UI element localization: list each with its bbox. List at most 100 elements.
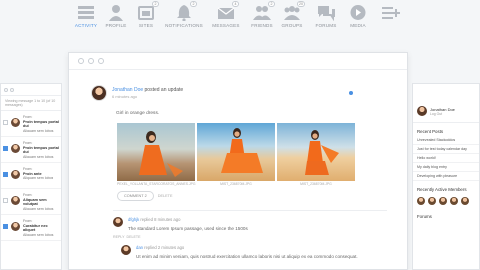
author-avatar[interactable] [91,85,107,101]
comment-meta: dan replied 2 minutes ago [136,245,358,250]
post-author-line: Jonathan Doe posted an update [112,87,183,93]
comment-meta: dfghjk replied 8 minutes ago [128,217,248,222]
message-subject[interactable]: Curabitur nec aliquet [23,224,59,233]
logout-link[interactable]: Log Out [430,112,455,116]
delete-comment-link[interactable]: DELETE [127,235,141,239]
active-members [413,194,479,208]
comment-action: replied [144,245,157,250]
recent-post-link[interactable]: Developing with pleasure [413,172,479,181]
list-item[interactable]: From: Proin tempus portal dui Aliquam se… [1,137,61,163]
message-from: From: [23,219,33,223]
nav-label: MESSAGES [212,23,240,28]
list-item[interactable]: From: Proin tempus portal dui Aliquam se… [1,111,61,137]
recent-post-link[interactable]: Hello world! [413,154,479,163]
avatar[interactable] [439,197,447,205]
avatar[interactable] [428,197,436,205]
nav-label: MEDIA [350,23,366,28]
list-item[interactable]: From: Curabitur nec aliquet Aliquam sem … [1,215,61,241]
friends-icon: 2 [252,1,275,21]
message-body: Aliquam sem lobos [23,128,54,132]
avatar [11,118,20,127]
woman-photo-icon [221,128,263,173]
reply-link[interactable]: REPLY [113,235,125,239]
comment-button[interactable]: COMMENT 2 [117,191,154,201]
message-checkbox[interactable] [3,172,8,177]
avatar[interactable] [450,197,458,205]
message-subject[interactable]: Aliquam sem volutpat [23,198,59,207]
message-from: From: [23,115,33,119]
forums-title: Forums [417,214,432,219]
comment-author-link[interactable]: dfghjk [128,217,139,222]
screen: ACTIVITY PROFILE 2 SITES 2 NOTIFICATIONS 4 MESS… [0,0,480,270]
message-preview: From: Proin tempus portal dui Aliquam se… [23,115,59,132]
nav-label: PROFILE [105,23,127,28]
nav-item-sites[interactable]: 2 SITES [128,1,164,28]
card-header [69,53,407,70]
delete-post-link[interactable]: DELETE [158,194,173,198]
message-checkbox[interactable] [3,120,8,125]
list-item[interactable]: From: Proin ante Aliquam sem lobos [1,163,61,189]
list-item[interactable]: From: Aliquam sem volutpat Aliquam sem l… [1,189,61,215]
profile-icon [106,3,126,21]
recent-posts-list: Unrevealed Stackoddos Just for test today… [413,136,479,181]
nav-item-groups[interactable]: 20 GROUPS [274,1,310,28]
comment: dan replied 2 minutes ago Ut enim ad min… [69,239,407,259]
message-checkbox[interactable] [3,146,8,151]
woman-photo-icon [305,130,339,175]
window-dot [88,58,94,64]
message-from: From: [23,193,33,197]
nav-item-forums[interactable]: FORUMS [308,3,344,28]
avatar [11,222,20,231]
comment-action: replied [140,217,153,222]
message-checkbox[interactable] [3,198,8,203]
nav-item-media[interactable]: MEDIA [340,3,376,28]
photo-thumbnail[interactable] [117,123,195,181]
avatar[interactable] [121,245,131,255]
message-from: From: [23,141,33,145]
window-dot [10,87,14,92]
recent-post-link[interactable]: Just for test today calendar day [413,145,479,154]
recent-post-link[interactable]: Unrevealed Stackoddos [413,136,479,145]
comment: dfghjk replied 8 minutes ago The standar… [69,211,407,231]
forums-icon [316,3,336,21]
avatar[interactable] [461,197,469,205]
message-body: Aliquam sem lobos [23,154,54,158]
message-body: Aliquam sem lobos [23,206,54,210]
message-body: Aliquam sem lobos [23,176,54,181]
message-checkbox[interactable] [3,224,8,229]
count-badge: 4 [232,1,239,7]
photo-caption: MIST_236870M.JPG [300,182,332,186]
photo-thumbnail[interactable] [197,123,275,181]
comment-author-link[interactable]: dan [136,245,143,250]
message-subject[interactable]: Proin tempus portal dui [23,146,59,155]
messages-panel-header [1,84,61,96]
photo-thumbnail[interactable] [277,123,355,181]
post-actions: COMMENT 2 DELETE [69,186,407,201]
nav-label: SITES [138,23,154,28]
photo-caption: MIST_236870M.JPG [220,182,252,186]
envelope-icon: 4 [216,1,239,21]
avatar[interactable] [417,197,425,205]
window-dot [98,58,104,64]
current-user[interactable]: Jonathan Doe Log Out [413,84,479,123]
author-link[interactable]: Jonathan Doe [112,87,143,93]
comment-text: Ut enim ad minim veniam, quis nostrud ex… [136,254,358,259]
message-body: Aliquam sem lobos [23,232,54,236]
top-nav: ACTIVITY PROFILE 2 SITES 2 NOTIFICATIONS 4 MESS… [68,1,409,33]
window-dot [78,58,84,64]
unread-indicator-icon [349,91,353,95]
sites-icon: 2 [136,1,159,21]
more-icon [381,3,401,21]
recent-post-link[interactable]: My daily blog entry [413,163,479,172]
avatar[interactable] [113,217,123,227]
messages-summary: Viewing message 1 to 10 (of 10 messages) [1,96,61,111]
post-action: posted an update [144,87,184,93]
nav-item-more[interactable] [373,3,409,23]
count-badge: 20 [297,1,305,7]
nav-label: NOTIFICATIONS [165,23,203,28]
post-header: Jonathan Doe posted an update 6 minutes … [69,70,407,101]
nav-item-messages[interactable]: 4 MESSAGES [208,1,244,28]
message-subject[interactable]: Proin tempus portal dui [23,120,59,129]
post-time: 6 minutes ago [112,94,138,99]
nav-item-notifications[interactable]: 2 NOTIFICATIONS [165,1,203,28]
